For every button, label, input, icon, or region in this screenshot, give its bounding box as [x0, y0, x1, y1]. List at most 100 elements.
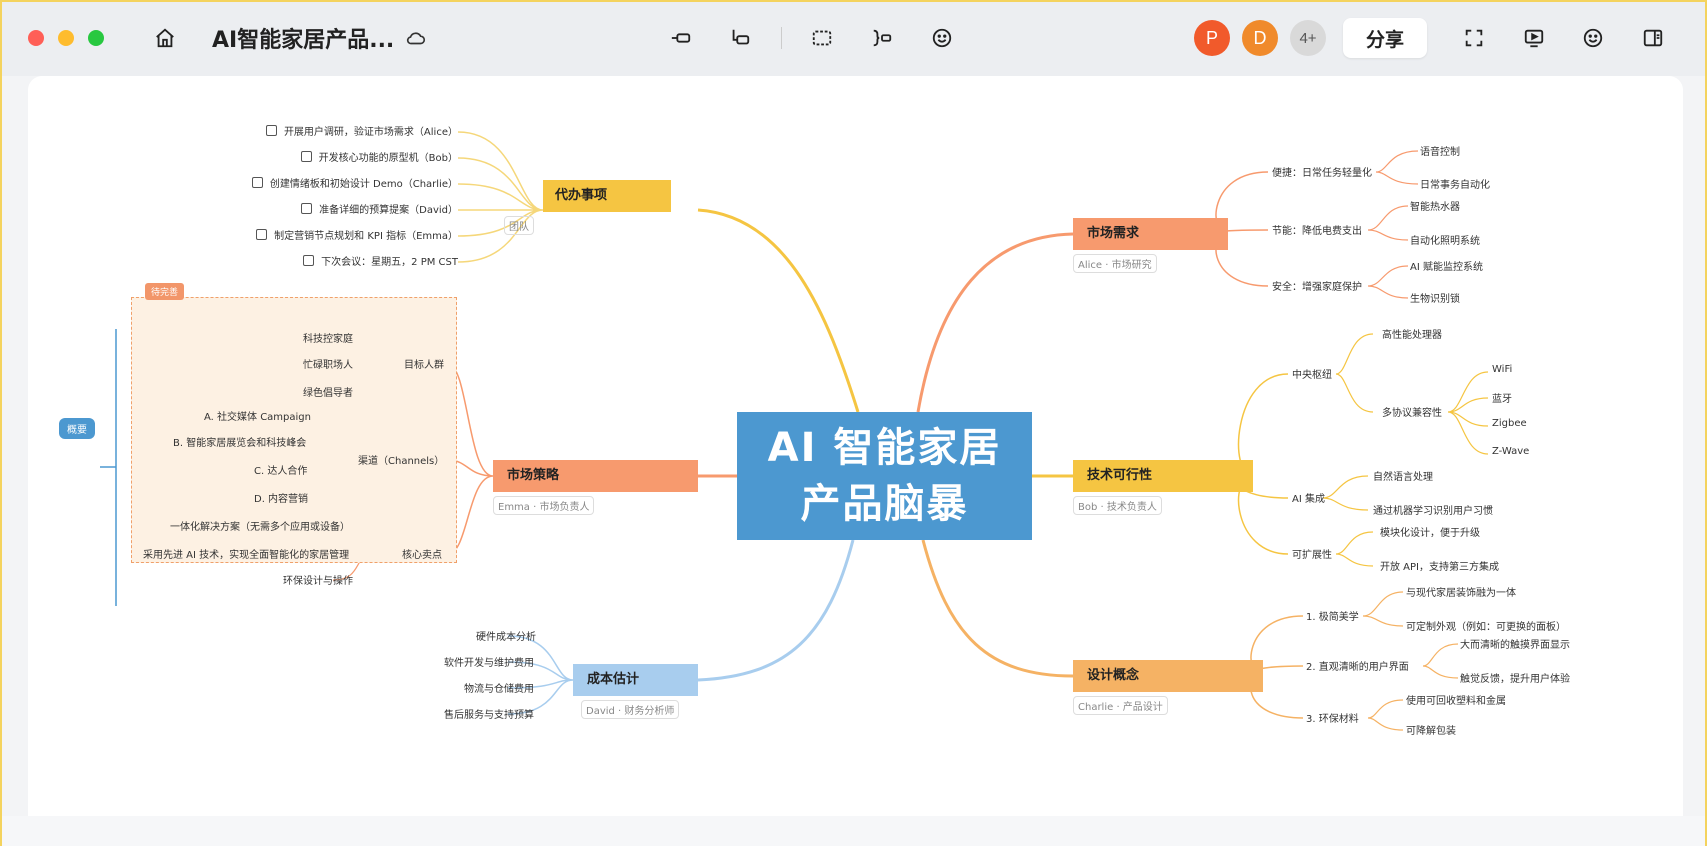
market-item[interactable]: AI 赋能监控系统	[1410, 258, 1483, 273]
checkbox[interactable]	[265, 125, 277, 136]
checkbox[interactable]	[301, 203, 313, 214]
branch-tech-owner: Bob · 技术负责人	[1073, 496, 1162, 515]
market-item[interactable]: 生物识别锁	[1410, 290, 1460, 305]
present-icon[interactable]	[1518, 22, 1550, 54]
checkbox[interactable]	[251, 177, 263, 188]
strategy-group-label[interactable]: 核心卖点	[402, 546, 442, 561]
feedback-icon[interactable]	[1577, 22, 1609, 54]
strategy-item[interactable]: 环保设计与操作	[283, 572, 353, 587]
tech-item[interactable]: 多协议兼容性	[1382, 404, 1442, 419]
strategy-item[interactable]: D. 内容营销	[254, 490, 308, 505]
more-collaborators-badge[interactable]: 4+	[1290, 20, 1326, 56]
todo-item-text: 下次会议：星期五，2 PM CST	[321, 257, 458, 268]
document-title[interactable]: AI智能家居产品...	[212, 22, 394, 54]
todo-item[interactable]: 制定营销节点规划和 KPI 指标（Emma）	[256, 227, 458, 242]
summary-label[interactable]: 概要	[59, 418, 95, 439]
branch-cost[interactable]: 成本估计	[573, 664, 698, 696]
design-item[interactable]: 可降解包装	[1406, 722, 1456, 737]
fullscreen-icon[interactable]	[1458, 22, 1490, 54]
boundary-tag[interactable]: 待完善	[145, 283, 185, 300]
cost-item[interactable]: 售后服务与支持预算	[444, 706, 534, 721]
toolbar-divider	[781, 27, 782, 49]
todo-item[interactable]: 开发核心功能的原型机（Bob）	[300, 149, 458, 164]
market-item[interactable]: 自动化照明系统	[1410, 232, 1480, 247]
cloud-sync-icon[interactable]	[400, 22, 432, 54]
insert-subtopic-icon[interactable]	[724, 22, 756, 54]
market-group-label[interactable]: 便捷：日常任务轻量化	[1272, 164, 1372, 179]
design-group-label[interactable]: 3. 环保材料	[1306, 710, 1359, 725]
summary-icon[interactable]	[866, 22, 898, 54]
checkbox[interactable]	[300, 151, 312, 162]
tech-group-label[interactable]: 中央枢纽	[1292, 366, 1332, 381]
design-item[interactable]: 可定制外观（例如：可更换的面板）	[1406, 618, 1566, 633]
protocol-item[interactable]: Z-Wave	[1492, 446, 1529, 457]
cost-item[interactable]: 物流与仓储费用	[464, 680, 534, 695]
branch-title: 技术可行性	[1087, 468, 1153, 483]
tech-item[interactable]: 模块化设计，便于升级	[1380, 524, 1480, 539]
strategy-item[interactable]: 采用先进 AI 技术，实现全面智能化的家居管理	[143, 546, 349, 561]
central-topic-line1: AI 智能家居	[767, 425, 1002, 471]
protocol-item[interactable]: WiFi	[1492, 364, 1512, 375]
branch-cost-owner: David · 财务分析师	[581, 700, 680, 719]
branch-todo-owner: 团队	[504, 216, 534, 235]
strategy-item[interactable]: 忙碌职场人	[303, 356, 353, 371]
strategy-item[interactable]: B. 智能家居展览会和科技峰会	[173, 434, 306, 449]
strategy-item[interactable]: A. 社交媒体 Campaign	[204, 408, 311, 423]
branch-strategy[interactable]: 市场策略	[493, 460, 698, 492]
todo-item[interactable]: 准备详细的预算提案（David）	[301, 201, 458, 216]
tech-item[interactable]: 高性能处理器	[1382, 326, 1442, 341]
sidebar-toggle-icon[interactable]	[1637, 22, 1669, 54]
todo-item-text: 准备详细的预算提案（David）	[319, 205, 458, 216]
zoom-window-button[interactable]	[88, 30, 104, 46]
cost-item[interactable]: 硬件成本分析	[476, 628, 536, 643]
market-group-label[interactable]: 安全：增强家庭保护	[1272, 278, 1362, 293]
cost-item[interactable]: 软件开发与维护费用	[444, 654, 534, 669]
avatar[interactable]: P	[1194, 20, 1230, 56]
design-group-label[interactable]: 2. 直观清晰的用户界面	[1306, 658, 1409, 673]
protocol-item[interactable]: 蓝牙	[1492, 390, 1512, 405]
strategy-group-label[interactable]: 渠道（Channels）	[358, 452, 444, 467]
design-item[interactable]: 触觉反馈，提升用户体验	[1460, 670, 1570, 685]
tech-item[interactable]: 通过机器学习识别用户习惯	[1373, 502, 1493, 517]
protocol-item[interactable]: Zigbee	[1492, 418, 1527, 429]
market-group-label[interactable]: 节能：降低电费支出	[1272, 222, 1362, 237]
close-window-button[interactable]	[28, 30, 44, 46]
insert-topic-icon[interactable]	[665, 22, 697, 54]
bottom-strip	[0, 816, 1707, 846]
market-item[interactable]: 日常事务自动化	[1420, 176, 1490, 191]
home-icon[interactable]	[149, 22, 181, 54]
branch-market[interactable]: 市场需求	[1073, 218, 1228, 250]
checkbox[interactable]	[256, 229, 268, 240]
strategy-item[interactable]: 一体化解决方案（无需多个应用或设备）	[170, 518, 350, 533]
design-item[interactable]: 使用可回收塑料和金属	[1406, 692, 1506, 707]
branch-tech[interactable]: 技术可行性	[1073, 460, 1253, 492]
design-group-label[interactable]: 1. 极简美学	[1306, 608, 1359, 623]
todo-item[interactable]: 创建情绪板和初始设计 Demo（Charlie）	[251, 175, 458, 190]
share-button[interactable]: 分享	[1343, 18, 1427, 58]
branch-title: 市场策略	[507, 468, 560, 483]
boundary-icon[interactable]	[806, 22, 838, 54]
strategy-item[interactable]: 绿色倡导者	[303, 384, 353, 399]
market-item[interactable]: 语音控制	[1420, 143, 1460, 158]
design-item[interactable]: 大而清晰的触摸界面显示	[1460, 636, 1570, 651]
tech-group-label[interactable]: 可扩展性	[1292, 546, 1332, 561]
strategy-group-label[interactable]: 目标人群	[404, 356, 444, 371]
avatar[interactable]: D	[1242, 20, 1278, 56]
todo-item[interactable]: 下次会议：星期五，2 PM CST	[303, 253, 458, 268]
branch-todo[interactable]: 代办事项	[543, 180, 671, 212]
strategy-item[interactable]: 科技控家庭	[303, 330, 353, 345]
checkbox[interactable]	[303, 255, 315, 266]
emoji-icon[interactable]	[926, 22, 958, 54]
branch-design[interactable]: 设计概念	[1073, 660, 1263, 692]
todo-item[interactable]: 开展用户调研，验证市场需求（Alice）	[265, 123, 458, 138]
market-item[interactable]: 智能热水器	[1410, 198, 1460, 213]
mindmap-canvas[interactable]: AI 智能家居 产品脑暴 代办事项 团队 开展用户调研，验证市场需求（Alice…	[28, 76, 1683, 816]
design-item[interactable]: 与现代家居装饰融为一体	[1406, 584, 1516, 599]
todo-item-text: 制定营销节点规划和 KPI 指标（Emma）	[274, 231, 458, 242]
strategy-item[interactable]: C. 达人合作	[254, 462, 307, 477]
central-topic[interactable]: AI 智能家居 产品脑暴	[737, 412, 1032, 540]
tech-item[interactable]: 开放 API，支持第三方集成	[1380, 558, 1499, 573]
tech-group-label[interactable]: AI 集成	[1292, 490, 1325, 505]
minimize-window-button[interactable]	[58, 30, 74, 46]
tech-item[interactable]: 自然语言处理	[1373, 468, 1433, 483]
